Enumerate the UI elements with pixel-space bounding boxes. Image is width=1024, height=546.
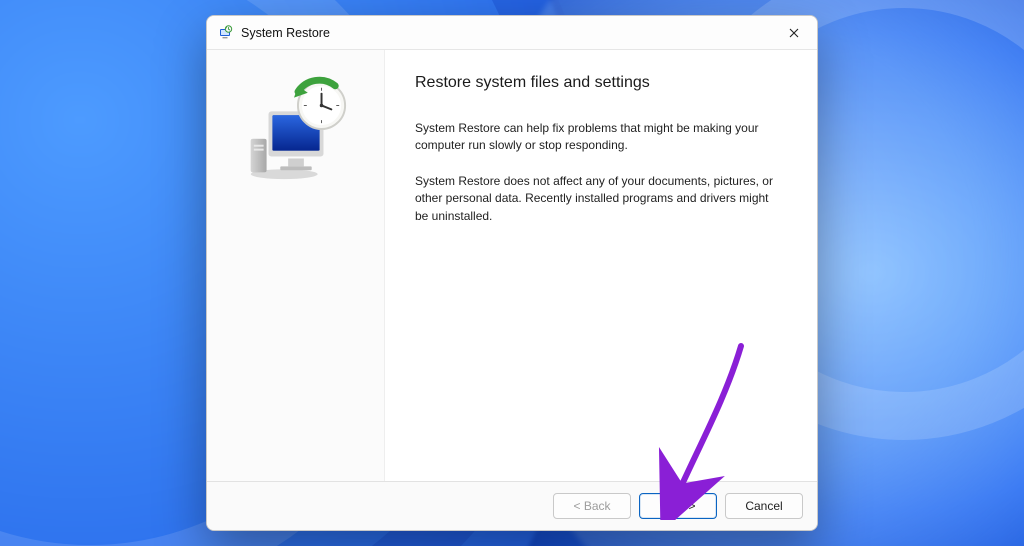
wizard-content: Restore system files and settings System… xyxy=(385,50,817,481)
wizard-footer: < Back Next > Cancel xyxy=(207,481,817,530)
wizard-graphic-pane xyxy=(207,50,385,481)
description-paragraph-2: System Restore does not affect any of yo… xyxy=(415,173,785,225)
window-title: System Restore xyxy=(241,26,330,40)
system-restore-graphic-icon xyxy=(237,76,355,184)
description-paragraph-1: System Restore can help fix problems tha… xyxy=(415,120,785,155)
back-button: < Back xyxy=(553,493,631,519)
close-button[interactable] xyxy=(771,16,817,50)
next-button[interactable]: Next > xyxy=(639,493,717,519)
titlebar[interactable]: System Restore xyxy=(207,16,817,50)
cancel-button[interactable]: Cancel xyxy=(725,493,803,519)
page-heading: Restore system files and settings xyxy=(415,74,787,92)
system-restore-window: System Restore xyxy=(206,15,818,531)
close-icon xyxy=(789,28,799,38)
system-restore-icon xyxy=(217,25,233,41)
